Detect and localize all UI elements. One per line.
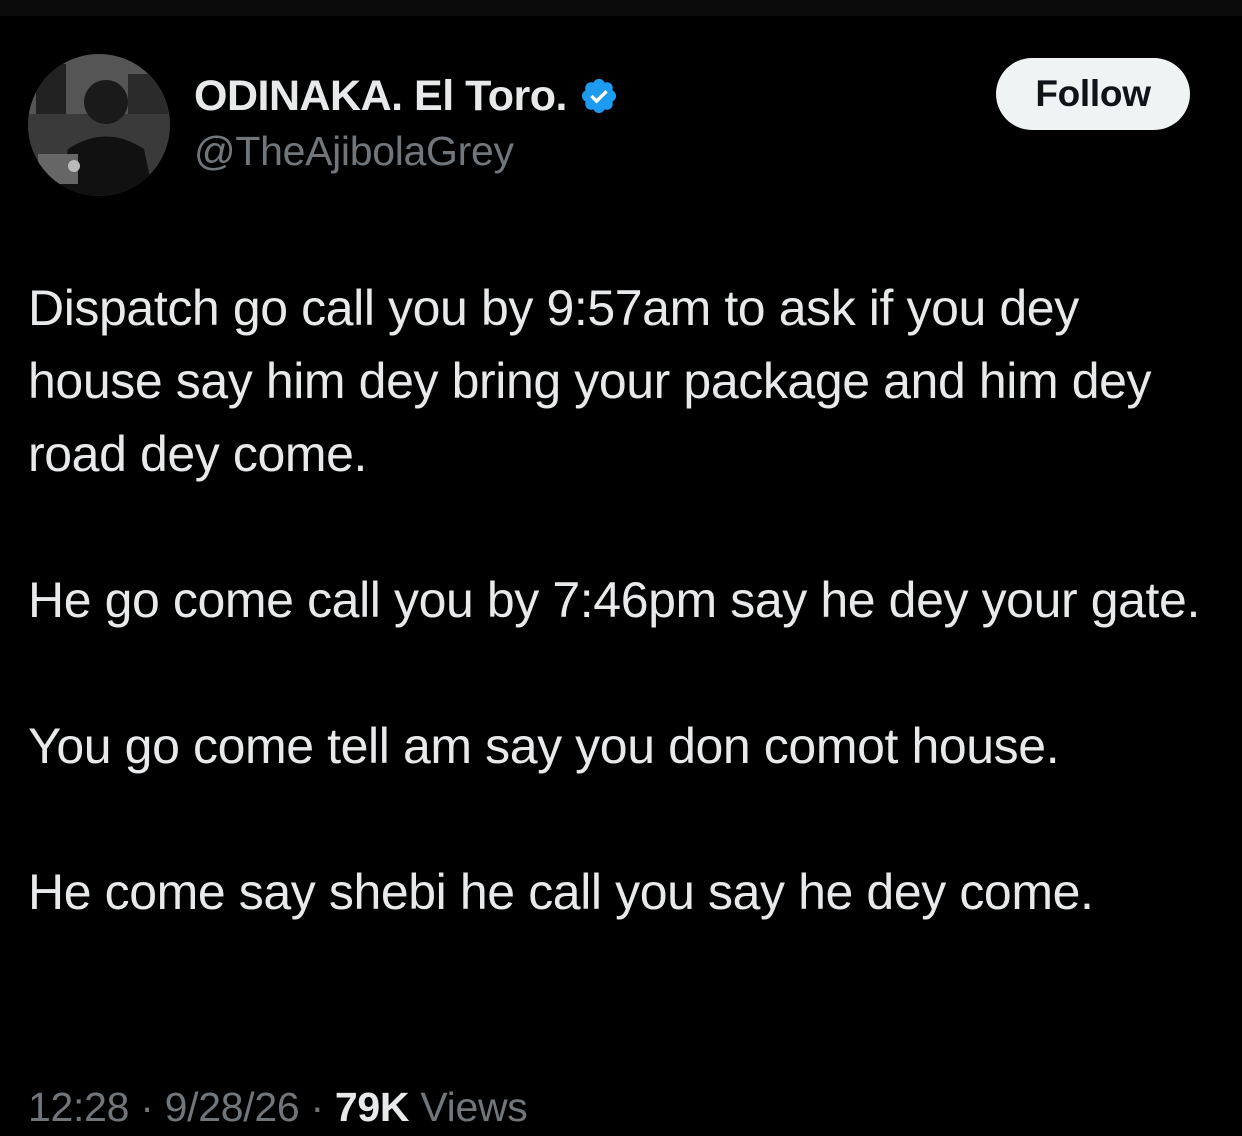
- top-strip: [0, 0, 1242, 16]
- display-name-row: ODINAKA. El Toro.: [194, 68, 619, 124]
- follow-button[interactable]: Follow: [996, 58, 1190, 130]
- meta-separator: ·: [310, 1084, 324, 1130]
- tweet-paragraph: He come say shebi he call you say he dey…: [28, 864, 1094, 920]
- tweet-date[interactable]: 9/28/26: [165, 1084, 300, 1130]
- tweet-paragraph: You go come tell am say you don comot ho…: [28, 718, 1060, 774]
- tweet-paragraph: Dispatch go call you by 9:57am to ask if…: [28, 280, 1152, 482]
- meta-separator: ·: [140, 1084, 154, 1130]
- avatar-image: [28, 54, 170, 196]
- display-name[interactable]: ODINAKA. El Toro.: [194, 72, 567, 121]
- tweet-time[interactable]: 12:28: [28, 1084, 129, 1130]
- tweet-meta: 12:28 · 9/28/26 · 79K Views: [28, 1084, 528, 1131]
- tweet-text: Dispatch go call you by 9:57am to ask if…: [28, 272, 1218, 1002]
- avatar[interactable]: [28, 54, 170, 196]
- author-handle[interactable]: @TheAjibolaGrey: [194, 128, 619, 175]
- verified-badge-icon[interactable]: [579, 76, 619, 116]
- author-names: ODINAKA. El Toro. @TheAjibolaGrey: [194, 68, 619, 175]
- tweet-paragraph: He go come call you by 7:46pm say he dey…: [28, 572, 1200, 628]
- views-label: Views: [420, 1084, 528, 1130]
- tweet-header: ODINAKA. El Toro. @TheAjibolaGrey Follow: [28, 54, 1214, 204]
- views-count[interactable]: 79K: [335, 1084, 410, 1130]
